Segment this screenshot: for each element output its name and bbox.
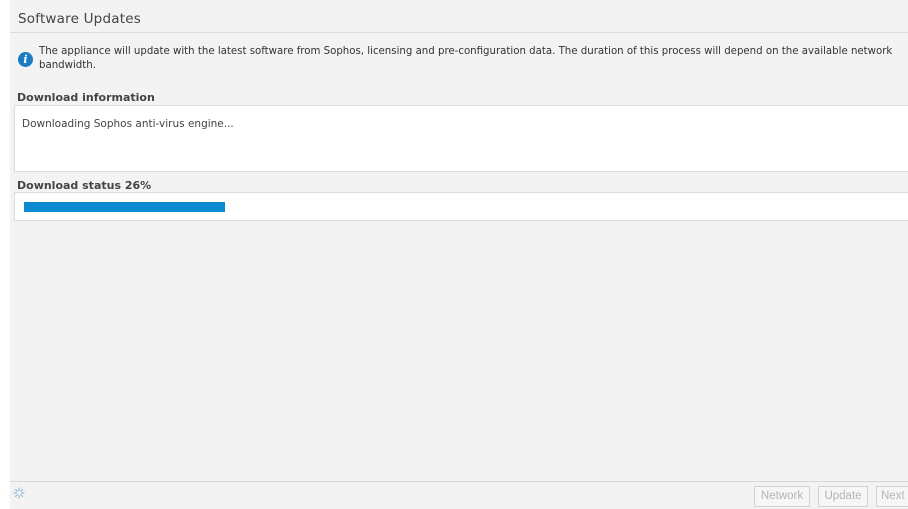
info-text: The appliance will update with the lates… — [39, 46, 893, 71]
window-title: Software Updates — [18, 11, 141, 27]
download-status-box — [14, 192, 908, 221]
footer-bar: Network Update Next — [10, 481, 908, 509]
download-information-text: Downloading Sophos anti-virus engine... — [22, 118, 234, 130]
info-message: i The appliance will update with the lat… — [14, 41, 908, 81]
next-button[interactable]: Next — [876, 486, 908, 507]
info-icon: i — [18, 52, 33, 67]
progress-bar-fill — [24, 202, 225, 212]
download-status-label: Download status 26% — [17, 179, 152, 192]
download-information-label: Download information — [17, 91, 155, 104]
download-information-box: Downloading Sophos anti-virus engine... — [14, 105, 908, 172]
network-button[interactable]: Network — [754, 486, 810, 507]
software-updates-window: Software Updates i The appliance will up… — [10, 0, 908, 509]
loading-spinner-icon — [13, 487, 25, 499]
title-bar: Software Updates — [10, 6, 908, 33]
update-button[interactable]: Update — [818, 486, 868, 507]
progress-bar — [24, 202, 797, 212]
